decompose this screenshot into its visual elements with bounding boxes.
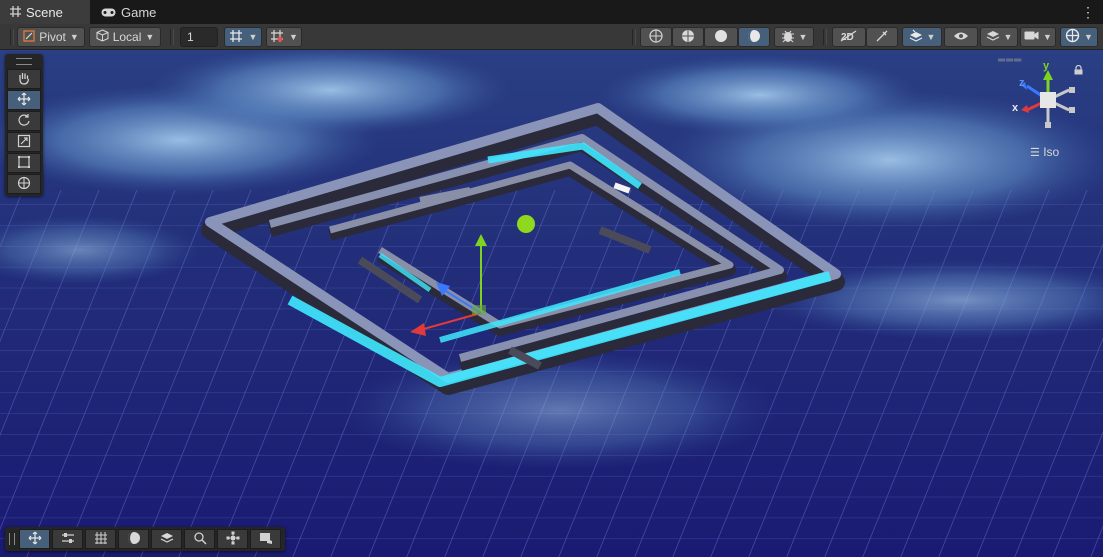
toolbar-grip[interactable] bbox=[170, 29, 174, 45]
tab-scene-label: Scene bbox=[26, 4, 63, 20]
shading-sphere-icon bbox=[127, 531, 141, 548]
increment-snap-toggle[interactable]: ▼ bbox=[266, 27, 302, 47]
lit-shading-button[interactable] bbox=[738, 27, 770, 47]
bottom-overlay-toolbar bbox=[5, 527, 285, 551]
scene-grid-icon bbox=[10, 5, 21, 20]
shading-overlay-button[interactable] bbox=[118, 529, 149, 549]
camera-overlay-button[interactable] bbox=[250, 529, 281, 549]
tools-overlay bbox=[5, 54, 43, 196]
scale-icon bbox=[17, 134, 31, 151]
gizmo-globe-icon bbox=[1065, 28, 1080, 46]
shaded-button[interactable] bbox=[704, 27, 738, 47]
nodes-icon bbox=[226, 531, 240, 548]
effects-dropdown[interactable]: ▼ bbox=[902, 27, 942, 47]
rotate-icon bbox=[17, 113, 31, 130]
overlay-grip[interactable] bbox=[9, 533, 15, 545]
grid-snapping-toggle[interactable]: ▼ bbox=[224, 27, 262, 47]
rotate-tool-button[interactable] bbox=[7, 111, 41, 131]
transform-icon bbox=[17, 176, 31, 193]
shaded-wireframe-button[interactable] bbox=[672, 27, 704, 47]
camera-caret-icon: ▼ bbox=[1043, 32, 1052, 42]
scene-toolbar: Pivot ▼ Local ▼ 1 ▼ ▼ ▼ ▼ ▼ ▼ ▼ bbox=[0, 24, 1103, 50]
sliders-overlay-button[interactable] bbox=[52, 529, 83, 549]
scene-render bbox=[0, 50, 1103, 557]
cube-icon bbox=[96, 29, 109, 45]
gizmos-dropdown[interactable]: ▼ bbox=[1060, 27, 1098, 47]
grid-snap-caret-icon: ▼ bbox=[248, 32, 258, 42]
toolbar-grip[interactable] bbox=[10, 29, 14, 45]
local-label: Local bbox=[112, 30, 142, 44]
local-dropdown[interactable]: Local ▼ bbox=[89, 27, 161, 47]
camera-preview-icon bbox=[259, 531, 273, 548]
grid-overlay-button[interactable] bbox=[85, 529, 116, 549]
rect-tool-button[interactable] bbox=[7, 153, 41, 173]
pivot-dropdown[interactable]: Pivot ▼ bbox=[17, 27, 85, 47]
lighting-toggle-button[interactable] bbox=[866, 27, 898, 47]
rect-transform-icon bbox=[17, 155, 31, 172]
local-caret-icon: ▼ bbox=[145, 32, 155, 42]
camera-dropdown[interactable]: ▼ bbox=[1020, 27, 1056, 47]
grid-icon bbox=[94, 531, 108, 548]
pivot-caret-icon: ▼ bbox=[69, 32, 79, 42]
shaded-sphere-icon bbox=[714, 29, 728, 46]
projection-label: Iso bbox=[1043, 145, 1060, 159]
editor-tab-bar: Scene Game ⋮ bbox=[0, 0, 1103, 24]
move-tool-button[interactable] bbox=[7, 90, 41, 110]
layers-icon bbox=[986, 30, 1000, 45]
move-arrows-icon bbox=[17, 92, 31, 109]
axis-y-label: y bbox=[1043, 60, 1050, 72]
2d-toggle-button[interactable]: 2D bbox=[832, 27, 866, 47]
eye-icon bbox=[953, 30, 969, 44]
layers-overlay-button[interactable] bbox=[151, 529, 182, 549]
camera-icon bbox=[1024, 30, 1039, 44]
projection-toggle[interactable]: ☰ Iso bbox=[1030, 145, 1059, 159]
effects-caret-icon: ▼ bbox=[926, 32, 936, 42]
pivot-icon bbox=[23, 29, 35, 45]
scale-tool-button[interactable] bbox=[7, 132, 41, 152]
hand-icon bbox=[17, 71, 31, 88]
hand-tool-button[interactable] bbox=[7, 69, 41, 89]
grid-snap-field[interactable]: 1 bbox=[180, 27, 218, 47]
layers-caret-icon: ▼ bbox=[1003, 32, 1013, 42]
player-ball bbox=[517, 215, 535, 233]
grid-snap-icon bbox=[229, 29, 243, 46]
scene-visibility-button[interactable] bbox=[944, 27, 978, 47]
move-overlay-button[interactable] bbox=[19, 529, 50, 549]
toolbar-grip[interactable] bbox=[632, 29, 636, 45]
tab-game-label: Game bbox=[121, 4, 157, 20]
layers-dropdown[interactable]: ▼ bbox=[980, 27, 1018, 47]
increment-snap-icon bbox=[270, 29, 284, 46]
search-overlay-button[interactable] bbox=[184, 529, 215, 549]
search-icon bbox=[193, 531, 207, 548]
axis-x-label: x bbox=[1012, 102, 1019, 114]
light-off-icon bbox=[875, 29, 889, 46]
move-arrows-icon bbox=[28, 531, 42, 548]
transform-tool-button[interactable] bbox=[7, 174, 41, 194]
layers-icon bbox=[160, 531, 174, 548]
gamepad-icon bbox=[101, 5, 116, 20]
pivot-label: Pivot bbox=[39, 30, 66, 44]
wireframe-shading-button[interactable] bbox=[640, 27, 672, 47]
navigation-overlay-button[interactable] bbox=[217, 529, 248, 549]
2d-mode-icon: 2D bbox=[840, 30, 858, 45]
projection-menu-icon: ☰ bbox=[1030, 147, 1040, 159]
gizmos-caret-icon: ▼ bbox=[1084, 32, 1093, 42]
toolbar-grip[interactable] bbox=[823, 29, 827, 45]
bug-icon bbox=[781, 29, 795, 46]
shaded-wireframe-sphere-icon bbox=[681, 29, 695, 46]
effects-layers-icon bbox=[909, 29, 923, 46]
tab-scene[interactable]: Scene bbox=[0, 0, 90, 24]
overlay-drag-handle[interactable] bbox=[16, 58, 32, 65]
debug-draw-mode-dropdown[interactable]: ▼ bbox=[774, 27, 814, 47]
scene-viewport[interactable] bbox=[0, 50, 1103, 557]
tab-game[interactable]: Game bbox=[98, 0, 156, 24]
increment-snap-caret-icon: ▼ bbox=[289, 32, 298, 42]
debug-caret-icon: ▼ bbox=[798, 32, 808, 42]
tab-menu-button[interactable]: ⋮ bbox=[1081, 3, 1095, 21]
wireframe-sphere-icon bbox=[649, 28, 663, 46]
sliders-icon bbox=[61, 531, 75, 548]
axis-z-label: z bbox=[1019, 77, 1025, 89]
lit-sphere-icon bbox=[747, 29, 761, 46]
